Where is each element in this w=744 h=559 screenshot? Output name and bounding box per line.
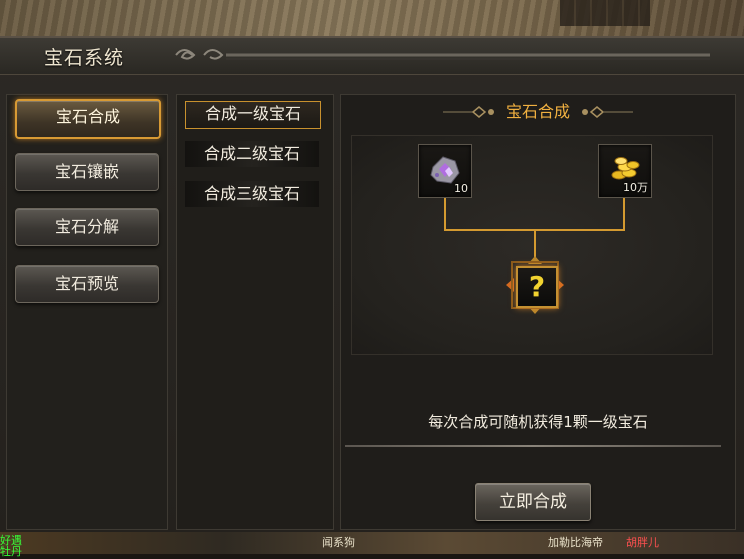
game-scene-background [0, 0, 744, 40]
connector-lines [444, 196, 625, 262]
synthesis-area: 10 10万 ? [351, 135, 713, 355]
level-list-panel: 合成一级宝石 合成二级宝石 合成三级宝石 [176, 94, 334, 530]
result-slot[interactable]: ? [506, 256, 564, 314]
divider [345, 445, 721, 447]
tab-gem-preview[interactable]: 宝石预览 [15, 265, 159, 303]
tab-gem-decompose[interactable]: 宝石分解 [15, 208, 159, 246]
synthesis-panel: 宝石合成 10 10万 ? 每次合成可随机获得1颗一级宝石 立即合成 [340, 94, 736, 530]
material-count: 10万 [623, 181, 648, 194]
tab-gem-synthesis[interactable]: 宝石合成 [15, 99, 161, 139]
question-mark-icon: ? [516, 266, 558, 308]
hud-text-right: 加勒比海帝 [548, 536, 603, 549]
synthesis-info: 每次合成可随机获得1颗一级宝石 [428, 413, 648, 431]
section-title: 宝石合成 [505, 102, 570, 121]
material-slot-gem-ore[interactable]: 10 [418, 144, 472, 198]
gem-system-window: 宝石系统 宝石合成 宝石镶嵌 宝石分解 宝石预览 合成一级宝石 合成二级宝石 合… [0, 36, 744, 534]
title-ornament-icon [175, 49, 710, 60]
level-item-1[interactable]: 合成一级宝石 [185, 101, 321, 129]
material-slot-gold[interactable]: 10万 [598, 144, 652, 198]
scene-wall [560, 0, 650, 26]
category-panel: 宝石合成 宝石镶嵌 宝石分解 宝石预览 [6, 94, 168, 530]
material-count: 10 [454, 182, 468, 195]
hud-text-left-2: 牡丹 [0, 545, 22, 558]
level-item-2[interactable]: 合成二级宝石 [185, 141, 319, 167]
title-right-ornament-icon [582, 106, 633, 118]
title-bar[interactable]: 宝石系统 [0, 38, 744, 75]
hud-text-center: 闻系狗 [322, 536, 355, 549]
synthesize-now-button[interactable]: 立即合成 [475, 483, 591, 521]
tab-gem-inlay[interactable]: 宝石镶嵌 [15, 153, 159, 191]
level-item-3[interactable]: 合成三级宝石 [185, 181, 319, 207]
hud-text-right-red: 胡胖儿 [626, 536, 659, 549]
window-title: 宝石系统 [44, 47, 125, 69]
